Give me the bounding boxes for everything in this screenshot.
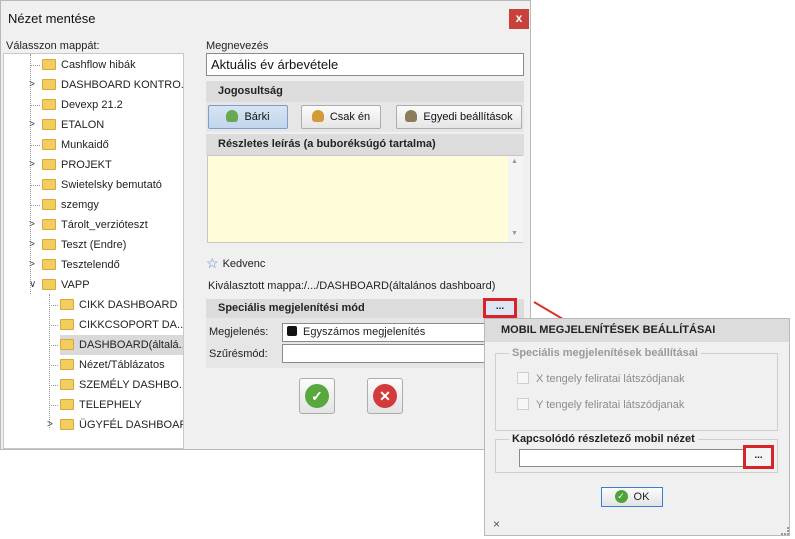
special-mode-header: Speciális megjelenítési mód xyxy=(206,299,524,318)
display-mode-icon xyxy=(287,326,297,337)
user-icon xyxy=(311,110,324,123)
cancel-icon: ✕ xyxy=(373,384,397,408)
filter-label: Szűrésmód: xyxy=(209,348,268,360)
folder-icon xyxy=(42,198,56,210)
star-icon: ☆ xyxy=(206,255,219,271)
linked-view-input[interactable] xyxy=(519,449,745,467)
permissions-bar: Bárki Csak én Egyedi beállítások xyxy=(206,102,524,132)
save-ok-button[interactable]: ✓ xyxy=(299,378,335,414)
expand-icon[interactable]: > xyxy=(29,75,39,95)
check-icon: ✓ xyxy=(305,384,329,408)
tree-item-swietelsky[interactable]: Swietelsky bemutató xyxy=(30,175,162,195)
mobile-close-icon[interactable]: × xyxy=(493,517,500,531)
title-bar: Nézet mentése x xyxy=(1,1,530,35)
tree-item-tarolt[interactable]: > Tárolt_verzióteszt xyxy=(29,215,148,235)
tree-item-munkaido[interactable]: Munkaidő xyxy=(30,135,109,155)
expand-icon[interactable]: > xyxy=(47,415,57,435)
folder-icon xyxy=(60,418,74,430)
tree-scrollbar[interactable]: ▲ ▼ xyxy=(183,54,184,448)
expand-icon[interactable]: > xyxy=(29,235,39,255)
save-view-dialog: Nézet mentése x Válasszon mappát: Cashfl… xyxy=(0,0,531,450)
window-title: Nézet mentése xyxy=(8,11,96,26)
tree-item-vapp[interactable]: ∨ VAPP xyxy=(29,275,90,295)
user-settings-icon xyxy=(405,110,418,123)
tree-item-ugyfel-dashboard[interactable]: > ÜGYFÉL DASHBOARD xyxy=(47,415,183,435)
mobile-settings-dialog: MOBIL MEGJELENÍTÉSEK BEÁLLÍTÁSAI Speciál… xyxy=(484,318,790,536)
x-axis-checkbox[interactable]: X tengely feliratai látszódjanak xyxy=(517,372,685,385)
scroll-down-icon[interactable]: ▼ xyxy=(511,230,518,237)
perm-custom-button[interactable]: Egyedi beállítások xyxy=(396,105,522,129)
folder-icon xyxy=(60,298,74,310)
group-icon xyxy=(226,110,239,123)
expand-icon[interactable]: > xyxy=(29,155,39,175)
perm-anyone-button[interactable]: Bárki xyxy=(208,105,288,129)
folder-icon xyxy=(42,158,56,170)
permissions-header: Jogosultság xyxy=(206,81,524,102)
folder-icon xyxy=(42,118,56,130)
description-header: Részletes leírás (a buboréksúgó tartalma… xyxy=(206,134,524,155)
description-textarea[interactable]: ▲ ▼ xyxy=(207,155,523,243)
name-label: Megnevezés xyxy=(206,40,269,52)
favorite-toggle[interactable]: ☆ Kedvenc xyxy=(206,254,265,271)
cancel-button[interactable]: ✕ xyxy=(367,378,403,414)
tree-item-cikkcsoport[interactable]: CIKKCSOPORT DA... xyxy=(49,315,183,335)
special-settings-group xyxy=(495,353,778,431)
tree-item-szemgy[interactable]: szemgy xyxy=(30,195,99,215)
check-icon: ✓ xyxy=(614,489,628,503)
folder-icon xyxy=(42,58,56,70)
linked-view-label: Kapcsolódó részletező mobil nézet xyxy=(509,433,698,445)
tree-item-cikk-dashboard[interactable]: CIKK DASHBOARD xyxy=(49,295,177,315)
folder-label: Válasszon mappát: xyxy=(6,40,100,52)
folder-icon xyxy=(60,318,74,330)
tree-item-dashboard-kontroll[interactable]: > DASHBOARD KONTRO... xyxy=(29,75,183,95)
tree-item-telephely[interactable]: TELEPHELY xyxy=(49,395,142,415)
expand-icon[interactable]: > xyxy=(29,215,39,235)
folder-icon xyxy=(42,258,56,270)
folder-icon xyxy=(60,398,74,410)
folder-tree[interactable]: Cashflow hibák > DASHBOARD KONTRO... Dev… xyxy=(3,53,184,449)
y-axis-checkbox[interactable]: Y tengely feliratai látszódjanak xyxy=(517,398,684,411)
tree-item-etalon[interactable]: > ETALON xyxy=(29,115,104,135)
display-label: Megjelenés: xyxy=(209,326,269,338)
description-scrollbar[interactable]: ▲ ▼ xyxy=(508,156,523,242)
tree-item-cashflow[interactable]: Cashflow hibák xyxy=(30,55,136,75)
checkbox-icon xyxy=(517,398,529,411)
perm-only-me-button[interactable]: Csak én xyxy=(301,105,381,129)
folder-icon xyxy=(60,358,74,370)
tree-item-nezet-tablazatos[interactable]: Nézet/Táblázatos xyxy=(49,355,165,375)
tree-item-szemely-dashboard[interactable]: SZEMÉLY DASHBO... xyxy=(49,375,183,395)
tree-line xyxy=(49,294,50,428)
collapse-icon[interactable]: ∨ xyxy=(29,275,39,295)
scroll-up-icon[interactable]: ▲ xyxy=(511,158,518,165)
special-settings-label: Speciális megjelenítések beállításai xyxy=(509,347,701,359)
close-button[interactable]: x xyxy=(509,9,529,29)
folder-icon xyxy=(42,98,56,110)
expand-icon[interactable]: > xyxy=(29,115,39,135)
folder-icon xyxy=(42,178,56,190)
tree-item-devexp[interactable]: Devexp 21.2 xyxy=(30,95,123,115)
expand-icon[interactable]: > xyxy=(29,255,39,275)
tree-item-tesztelendo[interactable]: > Tesztelendő xyxy=(29,255,120,275)
selected-folder-path: Kiválasztott mappa:/.../DASHBOARD(általá… xyxy=(208,280,496,292)
tree-item-teszt-endre[interactable]: > Teszt (Endre) xyxy=(29,235,126,255)
name-input[interactable]: Aktuális év árbevétele xyxy=(206,53,524,76)
folder-icon xyxy=(42,238,56,250)
linked-view-dots-button[interactable]: ... xyxy=(743,445,774,469)
folder-icon xyxy=(60,338,74,350)
resize-grip-icon[interactable] xyxy=(781,527,789,535)
special-mode-dots-button[interactable]: ... xyxy=(483,298,517,318)
tree-item-projekt[interactable]: > PROJEKT xyxy=(29,155,112,175)
tree-item-dashboard-altalanos[interactable]: DASHBOARD(általá... xyxy=(49,335,183,355)
folder-icon xyxy=(60,378,74,390)
mobile-dialog-title: MOBIL MEGJELENÍTÉSEK BEÁLLÍTÁSAI xyxy=(485,319,789,342)
folder-icon xyxy=(42,138,56,150)
folder-icon xyxy=(42,78,56,90)
folder-icon xyxy=(42,278,56,290)
folder-icon xyxy=(42,218,56,230)
checkbox-icon xyxy=(517,372,529,385)
mobile-ok-button[interactable]: ✓ OK xyxy=(601,487,663,507)
